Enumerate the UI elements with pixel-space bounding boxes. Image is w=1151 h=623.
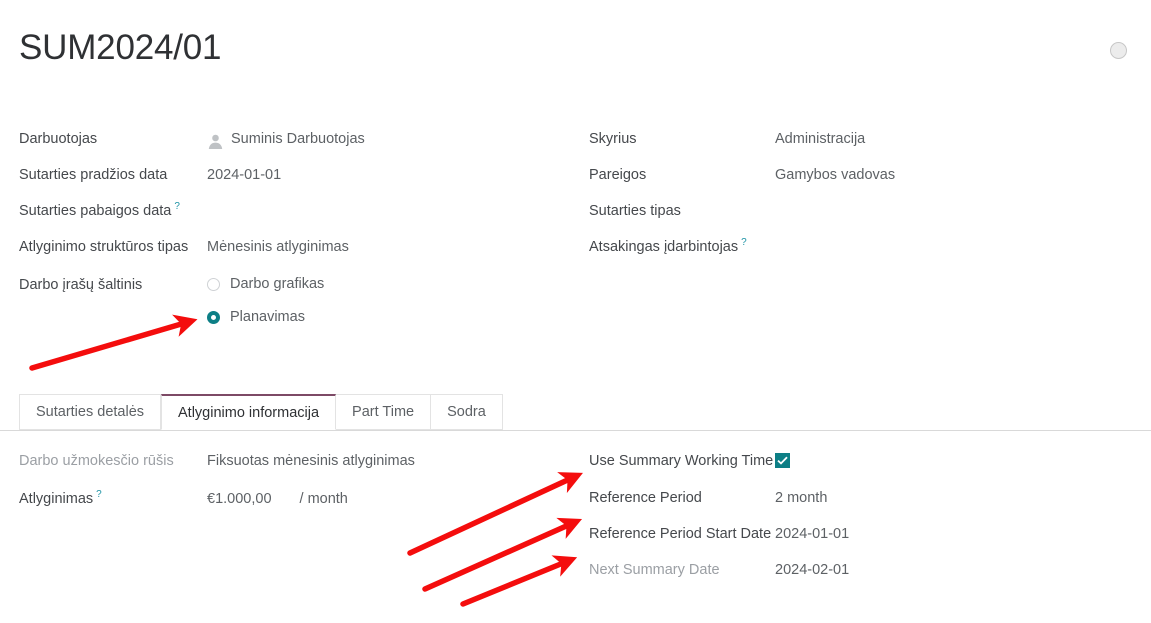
field-reference-period: Reference Period 2 month — [589, 487, 1149, 509]
field-label: Sutarties pradžios data — [19, 164, 207, 186]
field-label-text: Pareigos — [589, 167, 647, 183]
user-avatar-icon — [207, 133, 224, 150]
status-circle-icon[interactable] — [1110, 42, 1127, 59]
field-label-text: Reference Period — [589, 490, 702, 506]
field-wage: Atlyginimas? €1.000,00 / month — [19, 488, 579, 510]
checkbox-checked-icon[interactable] — [775, 453, 790, 468]
field-label-text: Sutarties pradžios data — [19, 167, 168, 183]
field-work-entry-source: Darbo įrašų šaltinis Darbo grafikas Plan… — [19, 274, 579, 340]
tab-label: Atlyginimo informacija — [178, 404, 320, 421]
field-value[interactable] — [775, 450, 790, 468]
field-value-text: Administracija — [775, 131, 866, 147]
field-salary-structure-type: Atlyginimo struktūros tipas Mėnesinis at… — [19, 236, 579, 258]
field-label-text: Atlyginimo struktūros tipas — [19, 239, 189, 255]
field-label-text: Darbo užmokesčio rūšis — [19, 453, 174, 469]
tab-label: Part Time — [352, 404, 415, 420]
field-contract-end-date: Sutarties pabaigos data? — [19, 200, 579, 222]
radio-option-planning[interactable]: Planavimas — [207, 307, 324, 327]
field-label-text: Reference Period Start Date — [589, 526, 772, 542]
field-value[interactable]: Suminis Darbuotojas — [207, 128, 365, 150]
field-label: Sutarties tipas — [589, 200, 775, 222]
tab-sutarties-detales[interactable]: Sutarties detalės — [19, 394, 162, 430]
field-value-text: Gamybos vadovas — [775, 167, 896, 183]
field-value-text: Suminis Darbuotojas — [231, 131, 365, 147]
bottom-right-column: Use Summary Working Time Reference Perio… — [589, 450, 1149, 595]
field-value: Fiksuotas mėnesinis atlyginimas — [207, 450, 415, 472]
field-label-text: Atsakingas įdarbintojas — [589, 239, 739, 255]
field-value-text: 2024-01-01 — [775, 526, 850, 542]
radio-icon-unselected[interactable] — [207, 277, 220, 291]
contract-form-page: SUM2024/01 Darbuotojas Suminis Darbuotoj… — [0, 0, 1151, 623]
top-right-column: Skyrius Administracija Pareigos Gamybos … — [589, 128, 1149, 272]
field-label: Reference Period Start Date — [589, 523, 775, 545]
work-entry-source-radio-group: Darbo grafikas Planavimas — [207, 274, 324, 340]
field-reference-period-start-date: Reference Period Start Date 2024-01-01 — [589, 523, 1149, 545]
field-label: Darbuotojas — [19, 128, 207, 150]
field-value-text: 2 month — [775, 490, 828, 506]
field-value[interactable]: Administracija — [775, 128, 865, 150]
help-icon[interactable]: ? — [174, 201, 180, 212]
field-label: Atsakingas įdarbintojas? — [589, 236, 775, 258]
field-value-text: Mėnesinis atlyginimas — [207, 239, 349, 255]
field-label-text: Sutarties tipas — [589, 203, 681, 219]
field-label-text: Atlyginimas — [19, 491, 94, 507]
tab-label: Sutarties detalės — [36, 404, 145, 420]
field-label: Sutarties pabaigos data? — [19, 200, 207, 222]
radio-label: Darbo grafikas — [230, 276, 325, 292]
field-value[interactable]: Gamybos vadovas — [775, 164, 895, 186]
field-employee: Darbuotojas Suminis Darbuotojas — [19, 128, 579, 150]
field-value[interactable]: 2024-01-01 — [207, 164, 281, 186]
field-value-text: 2024-02-01 — [775, 562, 850, 578]
tab-label: Sodra — [447, 404, 486, 420]
field-contract-type: Sutarties tipas — [589, 200, 1149, 222]
field-value[interactable]: €1.000,00 / month — [207, 488, 348, 510]
wage-unit: / month — [299, 491, 348, 507]
field-contract-start-date: Sutarties pradžios data 2024-01-01 — [19, 164, 579, 186]
field-label-text: Darbuotojas — [19, 131, 98, 147]
field-value-text: Fiksuotas mėnesinis atlyginimas — [207, 453, 415, 469]
tab-part-time[interactable]: Part Time — [336, 394, 432, 430]
field-label: Atlyginimas? — [19, 488, 207, 510]
help-icon[interactable]: ? — [96, 489, 102, 500]
field-label: Darbo įrašų šaltinis — [19, 274, 207, 296]
radio-label: Planavimas — [230, 309, 305, 325]
field-department: Skyrius Administracija — [589, 128, 1149, 150]
field-value[interactable]: Mėnesinis atlyginimas — [207, 236, 349, 258]
field-label: Skyrius — [589, 128, 775, 150]
help-icon[interactable]: ? — [741, 237, 747, 248]
field-label-text: Sutarties pabaigos data — [19, 203, 172, 219]
field-use-summary-working-time: Use Summary Working Time — [589, 450, 1149, 472]
field-label: Reference Period — [589, 487, 775, 509]
field-label: Darbo užmokesčio rūšis — [19, 450, 207, 472]
field-label-text: Darbo įrašų šaltinis — [19, 277, 143, 293]
tab-atlyginimo-informacija[interactable]: Atlyginimo informacija — [161, 394, 337, 430]
field-value: 2024-02-01 — [775, 559, 849, 581]
tab-sodra[interactable]: Sodra — [431, 394, 503, 430]
arrow-to-reference-period — [422, 517, 583, 592]
field-label-text: Next Summary Date — [589, 562, 720, 578]
bottom-left-column: Darbo užmokesčio rūšis Fiksuotas mėnesin… — [19, 450, 579, 524]
field-value[interactable]: 2 month — [775, 487, 827, 509]
wage-amount: €1.000,00 — [207, 491, 272, 507]
field-next-summary-date: Next Summary Date 2024-02-01 — [589, 559, 1149, 581]
field-value-text: 2024-01-01 — [207, 167, 282, 183]
field-job-position: Pareigos Gamybos vadovas — [589, 164, 1149, 186]
field-wage-type: Darbo užmokesčio rūšis Fiksuotas mėnesin… — [19, 450, 579, 472]
field-label: Next Summary Date — [589, 559, 775, 581]
radio-option-work-schedule[interactable]: Darbo grafikas — [207, 274, 324, 294]
tab-bar: Sutarties detalės Atlyginimo informacija… — [19, 394, 503, 430]
field-label: Use Summary Working Time — [589, 450, 775, 472]
radio-icon-selected[interactable] — [207, 310, 220, 324]
field-label-text: Skyrius — [589, 131, 637, 147]
field-label-text: Use Summary Working Time — [589, 453, 774, 469]
page-header: SUM2024/01 — [0, 0, 1151, 105]
arrow-to-reference-period-start-date — [460, 555, 578, 607]
field-label: Pareigos — [589, 164, 775, 186]
top-left-column: Darbuotojas Suminis Darbuotojas Sutartie… — [19, 128, 579, 354]
field-value[interactable]: 2024-01-01 — [775, 523, 849, 545]
field-hr-responsible: Atsakingas įdarbintojas? — [589, 236, 1149, 258]
page-title: SUM2024/01 — [19, 28, 222, 67]
tab-bottom-divider — [0, 430, 1151, 431]
field-label: Atlyginimo struktūros tipas — [19, 236, 207, 258]
